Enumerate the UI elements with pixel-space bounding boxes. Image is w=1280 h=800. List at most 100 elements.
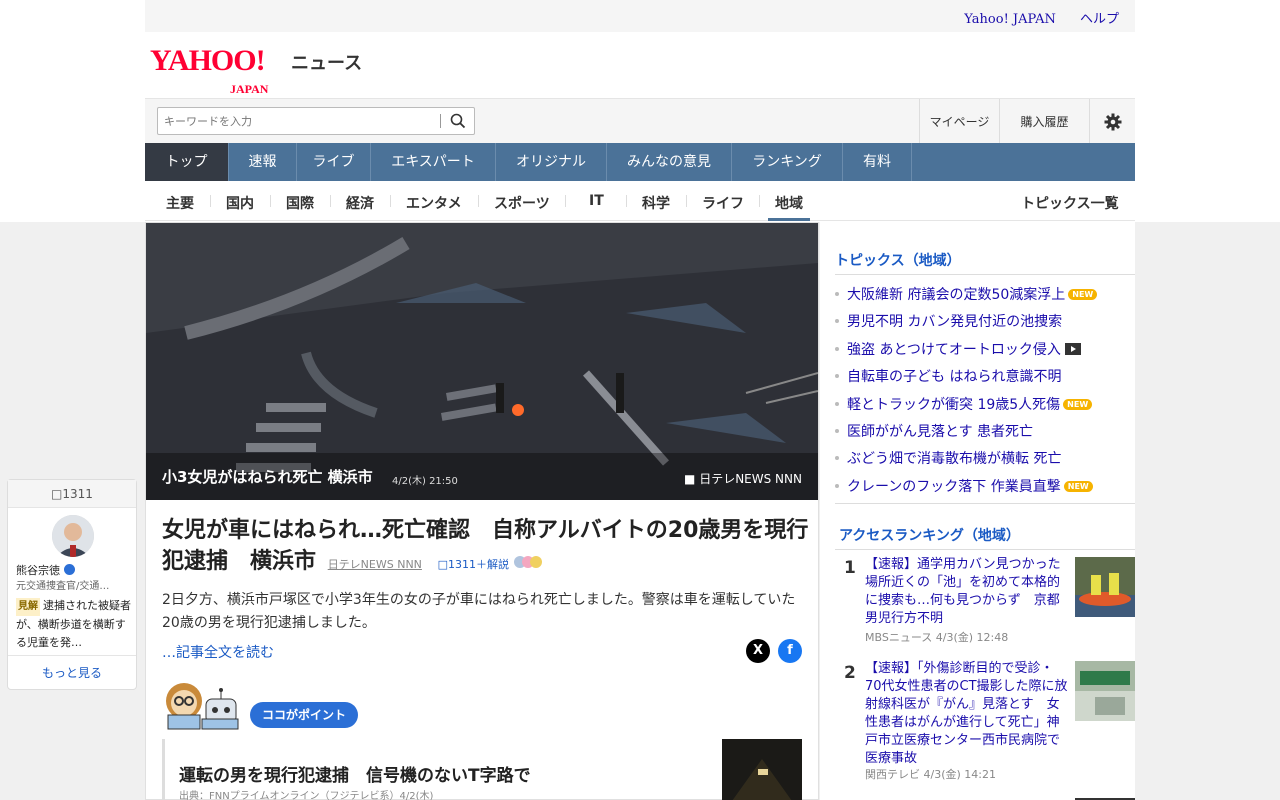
ranking-heading[interactable]: アクセスランキング（地域） [839,525,1020,545]
subnav-divider [330,195,331,207]
settings-button[interactable] [1089,99,1135,144]
camera-icon: ■ [684,472,696,486]
comment-icon: □ [437,558,448,571]
topics-bottom-rule [835,503,1135,504]
hero-date: 4/2(木) 21:50 [392,476,458,487]
comment-count[interactable]: □1311＋解説 [438,558,513,571]
topic-item[interactable]: ぶどう畑で消毒散布機が横転 死亡 [835,448,1061,468]
comment-icon: □ [51,487,63,501]
topics-heading[interactable]: トピックス（地域） [835,250,961,270]
article-headline[interactable]: 女児が車にはねられ…死亡確認 自称アルバイトの20歳男を現行犯逮捕 横浜市 日テ… [162,515,812,580]
subnav-divider [759,195,760,207]
nav-original[interactable]: オリジナル [496,143,607,181]
related-title: 運転の男を現行犯逮捕 信号機のないT字路で [179,766,531,786]
subnav-economy[interactable]: 経済 [346,193,374,213]
article-source[interactable]: 日テレNEWS NNN [328,558,422,571]
subnav-domestic[interactable]: 国内 [226,193,254,213]
nav-live[interactable]: ライブ [297,143,371,181]
share-x-button[interactable]: X [746,639,770,663]
subnav-sports[interactable]: スポーツ [494,193,550,213]
nav-expert[interactable]: エキスパート [371,143,496,181]
subnav-divider [565,195,566,207]
related-thumbnail [722,739,802,800]
expert-comment[interactable]: 見解 逮捕された被疑者が、横断歩道を横断する児童を発… [16,597,132,652]
purchase-history-button[interactable]: 購入履歴 [999,99,1089,144]
yahoo-japan-link[interactable]: Yahoo! JAPAN [964,12,1056,27]
point-mascot-icon [162,679,242,731]
topic-item[interactable]: 軽とトラックが衝突 19歳5人死傷 NEW [835,394,1093,414]
read-more-link[interactable]: …記事全文を読む [162,642,274,662]
yahoo-logo[interactable]: YAHOO! JAPAN [150,46,268,97]
logo-row: YAHOO! JAPAN ニュース [145,32,1135,98]
nav-breaking[interactable]: 速報 [229,143,297,181]
subnav-divider [478,195,479,207]
see-more-link[interactable]: もっと見る [8,655,136,689]
subnav-local[interactable]: 地域 [768,193,810,221]
hero-caption: 小3女児がはねられ死亡 横浜市 [162,468,373,486]
main-article: 小3女児がはねられ死亡 横浜市 4/2(木) 21:50 ■ 日テレNEWS N… [145,222,819,800]
search-separator [440,114,441,128]
share-facebook-button[interactable]: f [778,639,802,663]
expert-avatar[interactable] [52,515,94,557]
ranking-thumbnail[interactable] [1075,557,1135,617]
topics-rule [835,274,1135,275]
new-badge: NEW [1063,481,1093,492]
hero-source: ■ 日テレNEWS NNN [684,472,802,486]
mypage-button[interactable]: マイページ [919,99,999,144]
topic-item[interactable]: 大阪維新 府議会の定数50減案浮上 NEW [835,284,1098,304]
ranking-item-title[interactable]: 【速報】通学用カバン見つかった場所近くの「池」を初めて本格的に捜索も…何も見つか… [865,556,1070,628]
topics-list-link[interactable]: トピックス一覧 [1021,193,1119,213]
opinion-tag: 見解 [16,598,40,616]
nav-opinions[interactable]: みんなの意見 [607,143,732,181]
topic-item[interactable]: 医師ががん見落とす 患者死亡 [835,421,1033,441]
subnav-main[interactable]: 主要 [166,193,194,213]
topic-item[interactable]: クレーンのフック落下 作業員直撃 NEW [835,476,1093,496]
ranking-item-meta: MBSニュース 4/3(金) 12:48 [865,631,1009,644]
x-icon: X [752,643,764,658]
topic-item[interactable]: 強盗 あとつけてオートロック侵入 [835,339,1081,359]
search-row: マイページ 購入履歴 [145,98,1135,144]
expert-comment-card[interactable]: □1311 熊谷宗徳 元交通捜査官/交通… 見解 逮捕された被疑者が、横断歩道を横… [7,479,137,690]
subnav-science[interactable]: 科学 [642,193,670,213]
subnav-international[interactable]: 国際 [286,193,314,213]
subnav-it[interactable]: IT [589,193,604,209]
service-name[interactable]: ニュース [291,49,362,75]
new-badge: NEW [1068,289,1098,300]
article-summary: 2日夕方、横浜市戸塚区で小学3年生の女の子が車にはねられ死亡しました。警察は車を… [162,592,796,631]
nav-top[interactable]: トップ [145,143,229,181]
utility-bar: Yahoo! JAPAN ヘルプ [145,0,1135,32]
video-icon [1064,343,1081,355]
point-badge: ココがポイント [250,702,359,728]
rank-number: 2 [844,663,856,683]
search-icon[interactable] [450,113,466,129]
nav-ranking[interactable]: ランキング [732,143,843,181]
hero-scene [146,223,818,500]
new-badge: NEW [1063,399,1093,410]
nav-paid[interactable]: 有料 [843,143,912,181]
subnav-divider [210,195,211,207]
sidebar: トピックス（地域） 大阪維新 府議会の定数50減案浮上 NEW 男児不明 カバン発… [820,222,1135,800]
facebook-icon: f [787,643,793,658]
expert-comment-count[interactable]: □1311 [8,480,136,508]
subnav-divider [270,195,271,207]
expert-title: 元交通捜査官/交通… [16,581,110,592]
topic-item[interactable]: 男児不明 カバン発見付近の池捜索 [835,311,1062,331]
search-box [157,107,475,135]
expert-name[interactable]: 熊谷宗徳 [16,562,75,578]
ranking-item-title[interactable]: 【速報】「外傷診断目的で受診・70代女性患者のCT撮影した際に放射線科医が『がん… [865,660,1070,768]
rank-number: 1 [844,558,856,578]
related-article[interactable]: 運転の男を現行犯逮捕 信号機のないT字路で 出典：FNNプライムオンライン（フジ… [162,739,802,800]
ranking-thumbnail[interactable] [1075,661,1135,721]
hero-image[interactable]: 小3女児がはねられ死亡 横浜市 4/2(木) 21:50 ■ 日テレNEWS N… [146,223,818,500]
verified-icon [63,564,75,575]
ranking-item-meta: 関西テレビ 4/3(金) 14:21 [865,768,996,781]
search-input[interactable] [158,108,438,134]
main-nav: トップ 速報 ライブ エキスパート オリジナル みんなの意見 ランキング 有料 [145,143,1135,181]
subnav-entertainment[interactable]: エンタメ [406,193,462,213]
help-link[interactable]: ヘルプ [1080,12,1119,27]
related-meta[interactable]: 出典：FNNプライムオンライン（フジテレビ系）4/2(木) [179,787,433,800]
subnav-divider [626,195,627,207]
expert-avatars-icon [513,547,547,568]
subnav-life[interactable]: ライフ [702,193,744,213]
topic-item[interactable]: 自転車の子ども はねられ意識不明 [835,366,1061,386]
